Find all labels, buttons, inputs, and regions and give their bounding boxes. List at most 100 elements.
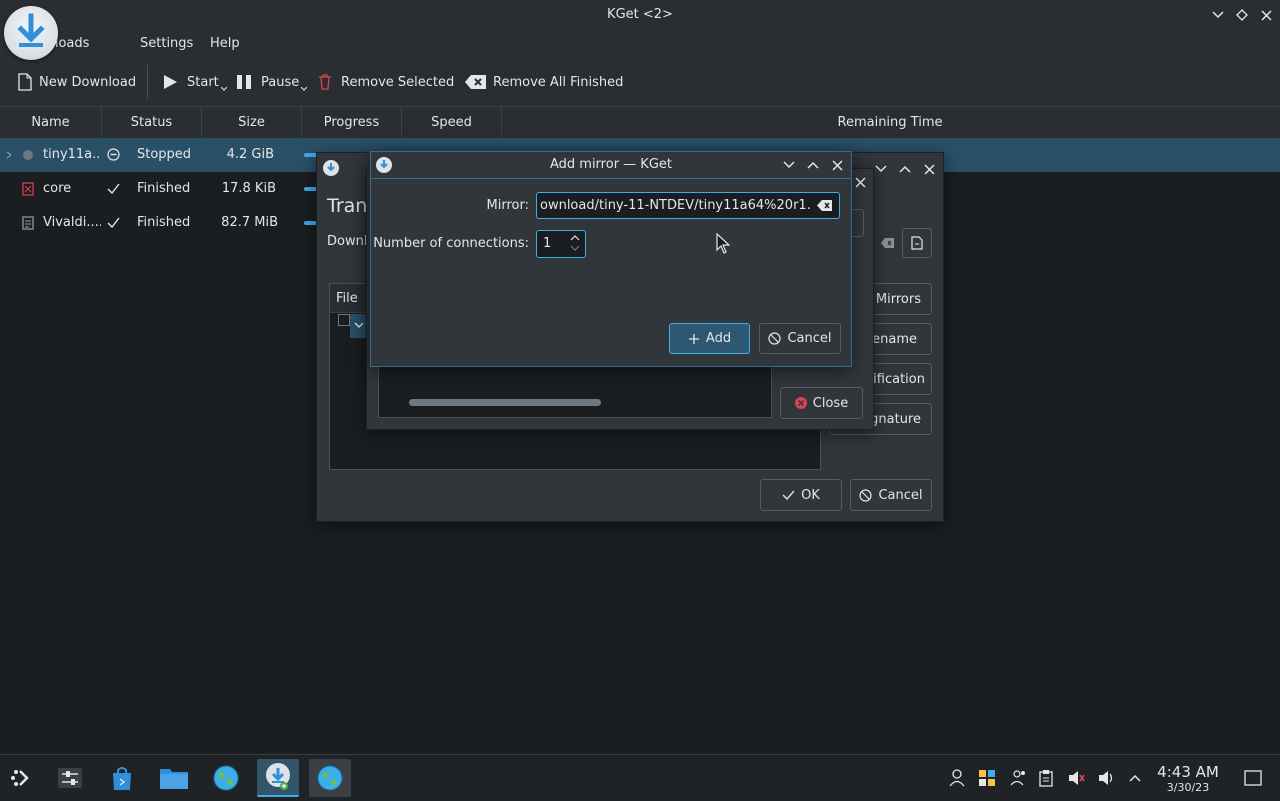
minimize-button[interactable] — [1207, 4, 1229, 26]
cancel-button[interactable]: Cancel — [759, 323, 841, 354]
mirror-input[interactable]: ownload/tiny-11-NTDEV/tiny11a64%20r1.iso — [536, 192, 840, 219]
column-header-progress[interactable]: Progress — [302, 107, 402, 138]
destination-label: Downl — [327, 234, 368, 249]
plus-icon — [688, 333, 699, 344]
cancel-icon — [768, 332, 782, 345]
field-edge — [851, 209, 864, 237]
toolbar: New Download Start Pause Remove Selected… — [0, 60, 1280, 104]
menu-help[interactable]: Help — [210, 30, 240, 58]
maximize-button[interactable] — [1231, 4, 1253, 26]
stopped-icon — [107, 148, 120, 161]
maximize-button[interactable] — [802, 154, 824, 176]
signature-label: gnature — [870, 411, 921, 427]
maximize-button[interactable] — [894, 158, 916, 180]
taskbar-browser[interactable] — [205, 759, 247, 797]
column-header-size[interactable]: Size — [202, 107, 302, 138]
file-checkbox[interactable] — [338, 314, 350, 326]
taskbar-file-manager[interactable] — [153, 759, 195, 797]
pause-label: Pause — [261, 74, 300, 90]
row-name: tiny11a... — [43, 147, 101, 162]
file-icon — [22, 182, 34, 196]
clock-time: 4:43 AM — [1157, 763, 1219, 781]
row-size: 17.8 KiB — [221, 181, 276, 196]
show-desktop-icon[interactable] — [1242, 767, 1264, 789]
start-button[interactable]: Start — [162, 60, 227, 104]
digital-clock[interactable]: 4:43 AM 3/30/23 — [1150, 763, 1226, 795]
kget-icon — [323, 160, 339, 176]
volume-icon[interactable] — [1095, 767, 1117, 789]
add-label: Add — [705, 331, 732, 346]
close-button[interactable]: Close — [780, 387, 863, 419]
start-label: Start — [187, 74, 219, 90]
chevron-down-icon — [875, 165, 887, 173]
row-size: 82.7 MiB — [221, 215, 278, 230]
taskbar-discover[interactable] — [101, 759, 143, 797]
new-download-label: New Download — [39, 74, 137, 90]
spin-up-icon[interactable] — [570, 234, 580, 241]
pause-button[interactable]: Pause — [236, 60, 308, 104]
folder-icon — [160, 769, 188, 789]
checkmark-icon — [782, 490, 795, 500]
clear-icon — [465, 75, 486, 89]
close-icon — [854, 176, 866, 188]
connected-devices-icon[interactable] — [1006, 767, 1028, 789]
dropdown-indicator-icon — [220, 87, 227, 91]
taskbar-kget[interactable] — [257, 759, 299, 797]
window-titlebar: KGet <2> — [0, 0, 1280, 30]
close-dialog-button[interactable] — [826, 154, 848, 176]
file-column-header[interactable]: File — [336, 291, 358, 306]
cancel-button[interactable]: Cancel — [850, 479, 932, 511]
transfer-heading: Tran — [327, 195, 368, 217]
new-document-icon — [18, 73, 32, 91]
expand-arrow-icon[interactable] — [6, 151, 12, 159]
add-button[interactable]: Add — [669, 323, 750, 354]
toolbar-separator — [147, 65, 148, 99]
spin-down-icon[interactable] — [570, 245, 580, 252]
minimize-button[interactable] — [778, 154, 800, 176]
add-mirror-dialog: Add mirror — KGet Mirror: ownload/tiny-1… — [370, 151, 852, 367]
chevron-down-icon — [1212, 11, 1224, 19]
column-header-status[interactable]: Status — [102, 107, 202, 138]
horizontal-scrollbar[interactable] — [409, 399, 601, 406]
taskbar-system-settings[interactable] — [49, 759, 91, 797]
file-icon — [22, 216, 34, 230]
column-header-remaining-time[interactable]: Remaining Time — [502, 107, 1278, 138]
cancel-icon — [859, 488, 873, 502]
mirror-list[interactable] — [378, 364, 772, 418]
cancel-label: Cancel — [878, 487, 923, 503]
document-icon — [911, 236, 923, 250]
globe-icon — [213, 765, 239, 791]
kget-icon — [266, 763, 290, 790]
close-dialog-button[interactable] — [849, 171, 871, 193]
microphone-muted-icon[interactable] — [1065, 767, 1087, 789]
remove-all-finished-label: Remove All Finished — [493, 74, 624, 90]
chevron-up-icon[interactable] — [1124, 767, 1146, 789]
kget-app-icon — [4, 6, 58, 60]
clear-text-icon[interactable] — [817, 199, 833, 212]
column-header-speed[interactable]: Speed — [402, 107, 502, 138]
browse-folder-button[interactable] — [902, 228, 932, 258]
close-dialog-button[interactable] — [918, 158, 940, 180]
user-icon[interactable] — [946, 767, 968, 789]
clipboard-icon[interactable] — [1035, 767, 1057, 789]
taskbar-browser-window[interactable] — [309, 759, 351, 797]
close-circle-icon — [794, 397, 807, 409]
connections-spinbox[interactable]: 1 — [536, 230, 586, 258]
column-header-name[interactable]: Name — [0, 107, 102, 138]
application-launcher[interactable] — [1, 759, 43, 797]
remove-all-finished-button[interactable]: Remove All Finished — [465, 60, 623, 104]
close-window-button[interactable] — [1255, 4, 1277, 26]
expand-arrow-icon[interactable] — [350, 314, 366, 338]
status-notifier-icon[interactable] — [976, 767, 998, 789]
clear-field-icon[interactable] — [877, 231, 903, 255]
menu-settings[interactable]: Settings — [140, 30, 193, 58]
new-download-button[interactable]: New Download — [17, 60, 136, 104]
ok-button[interactable]: OK — [760, 479, 842, 511]
clock-date: 3/30/23 — [1166, 781, 1210, 794]
checkmark-icon — [107, 183, 120, 194]
mirrors-label: Mirrors — [875, 291, 921, 307]
play-icon — [164, 75, 177, 89]
divider — [371, 178, 851, 179]
remove-selected-button[interactable]: Remove Selected — [318, 60, 454, 104]
file-icon — [22, 148, 34, 162]
